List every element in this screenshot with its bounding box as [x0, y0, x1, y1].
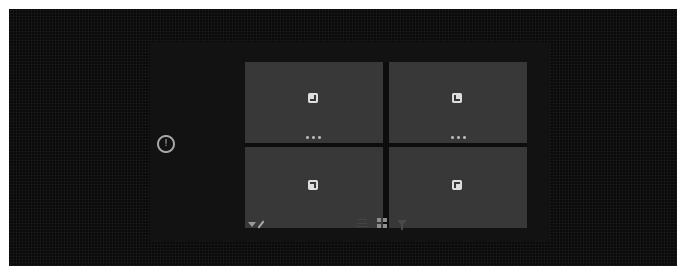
dot — [451, 136, 454, 139]
snap-bottom-left-icon — [308, 180, 318, 190]
dot — [306, 136, 309, 139]
filter-icon[interactable] — [397, 220, 407, 230]
snap-tile-top-left[interactable] — [245, 62, 383, 143]
drag-handle-left[interactable] — [306, 136, 322, 140]
snap-tile-top-right[interactable] — [389, 62, 527, 143]
info-button[interactable]: ! — [157, 135, 175, 153]
bottom-right-toolbar — [357, 217, 407, 230]
dot — [457, 136, 460, 139]
dot — [312, 136, 315, 139]
snap-top-right-icon — [452, 93, 462, 103]
grid-icon[interactable] — [377, 218, 387, 228]
dot — [463, 136, 466, 139]
snap-grid — [245, 62, 527, 228]
drag-handle-right[interactable] — [451, 136, 467, 140]
snap-tile-bottom-right[interactable] — [389, 147, 527, 228]
dot — [318, 136, 321, 139]
info-icon: ! — [163, 138, 168, 149]
bottom-left-toolbar — [248, 219, 265, 229]
list-icon[interactable] — [357, 219, 367, 227]
snap-tile-bottom-left[interactable] — [245, 147, 383, 228]
snap-top-left-icon — [308, 93, 318, 103]
chevron-down-icon[interactable] — [248, 221, 256, 227]
snap-bottom-right-icon — [452, 180, 462, 190]
